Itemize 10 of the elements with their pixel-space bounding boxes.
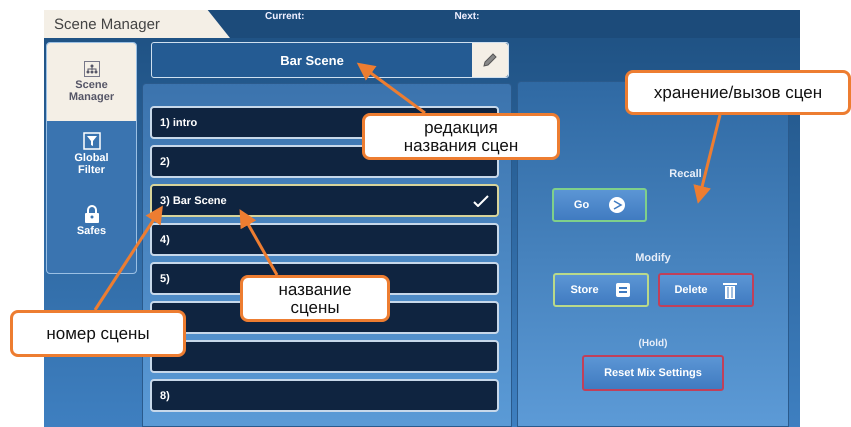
hold-note: (Hold) [638, 338, 668, 349]
current-label: Current: [265, 11, 304, 22]
callout-tooltip: редакция названия сцен [362, 113, 560, 160]
callout-tooltip: название сцены [240, 275, 390, 322]
recall-heading: Recall [669, 168, 702, 180]
next-label: Next: [454, 11, 480, 22]
modify-heading: Modify [635, 252, 671, 264]
window-title: Scene Manager [44, 10, 230, 38]
callout-tooltip: номер сцены [10, 310, 186, 357]
callout-tooltip: хранение/вызов сцен [625, 70, 851, 115]
